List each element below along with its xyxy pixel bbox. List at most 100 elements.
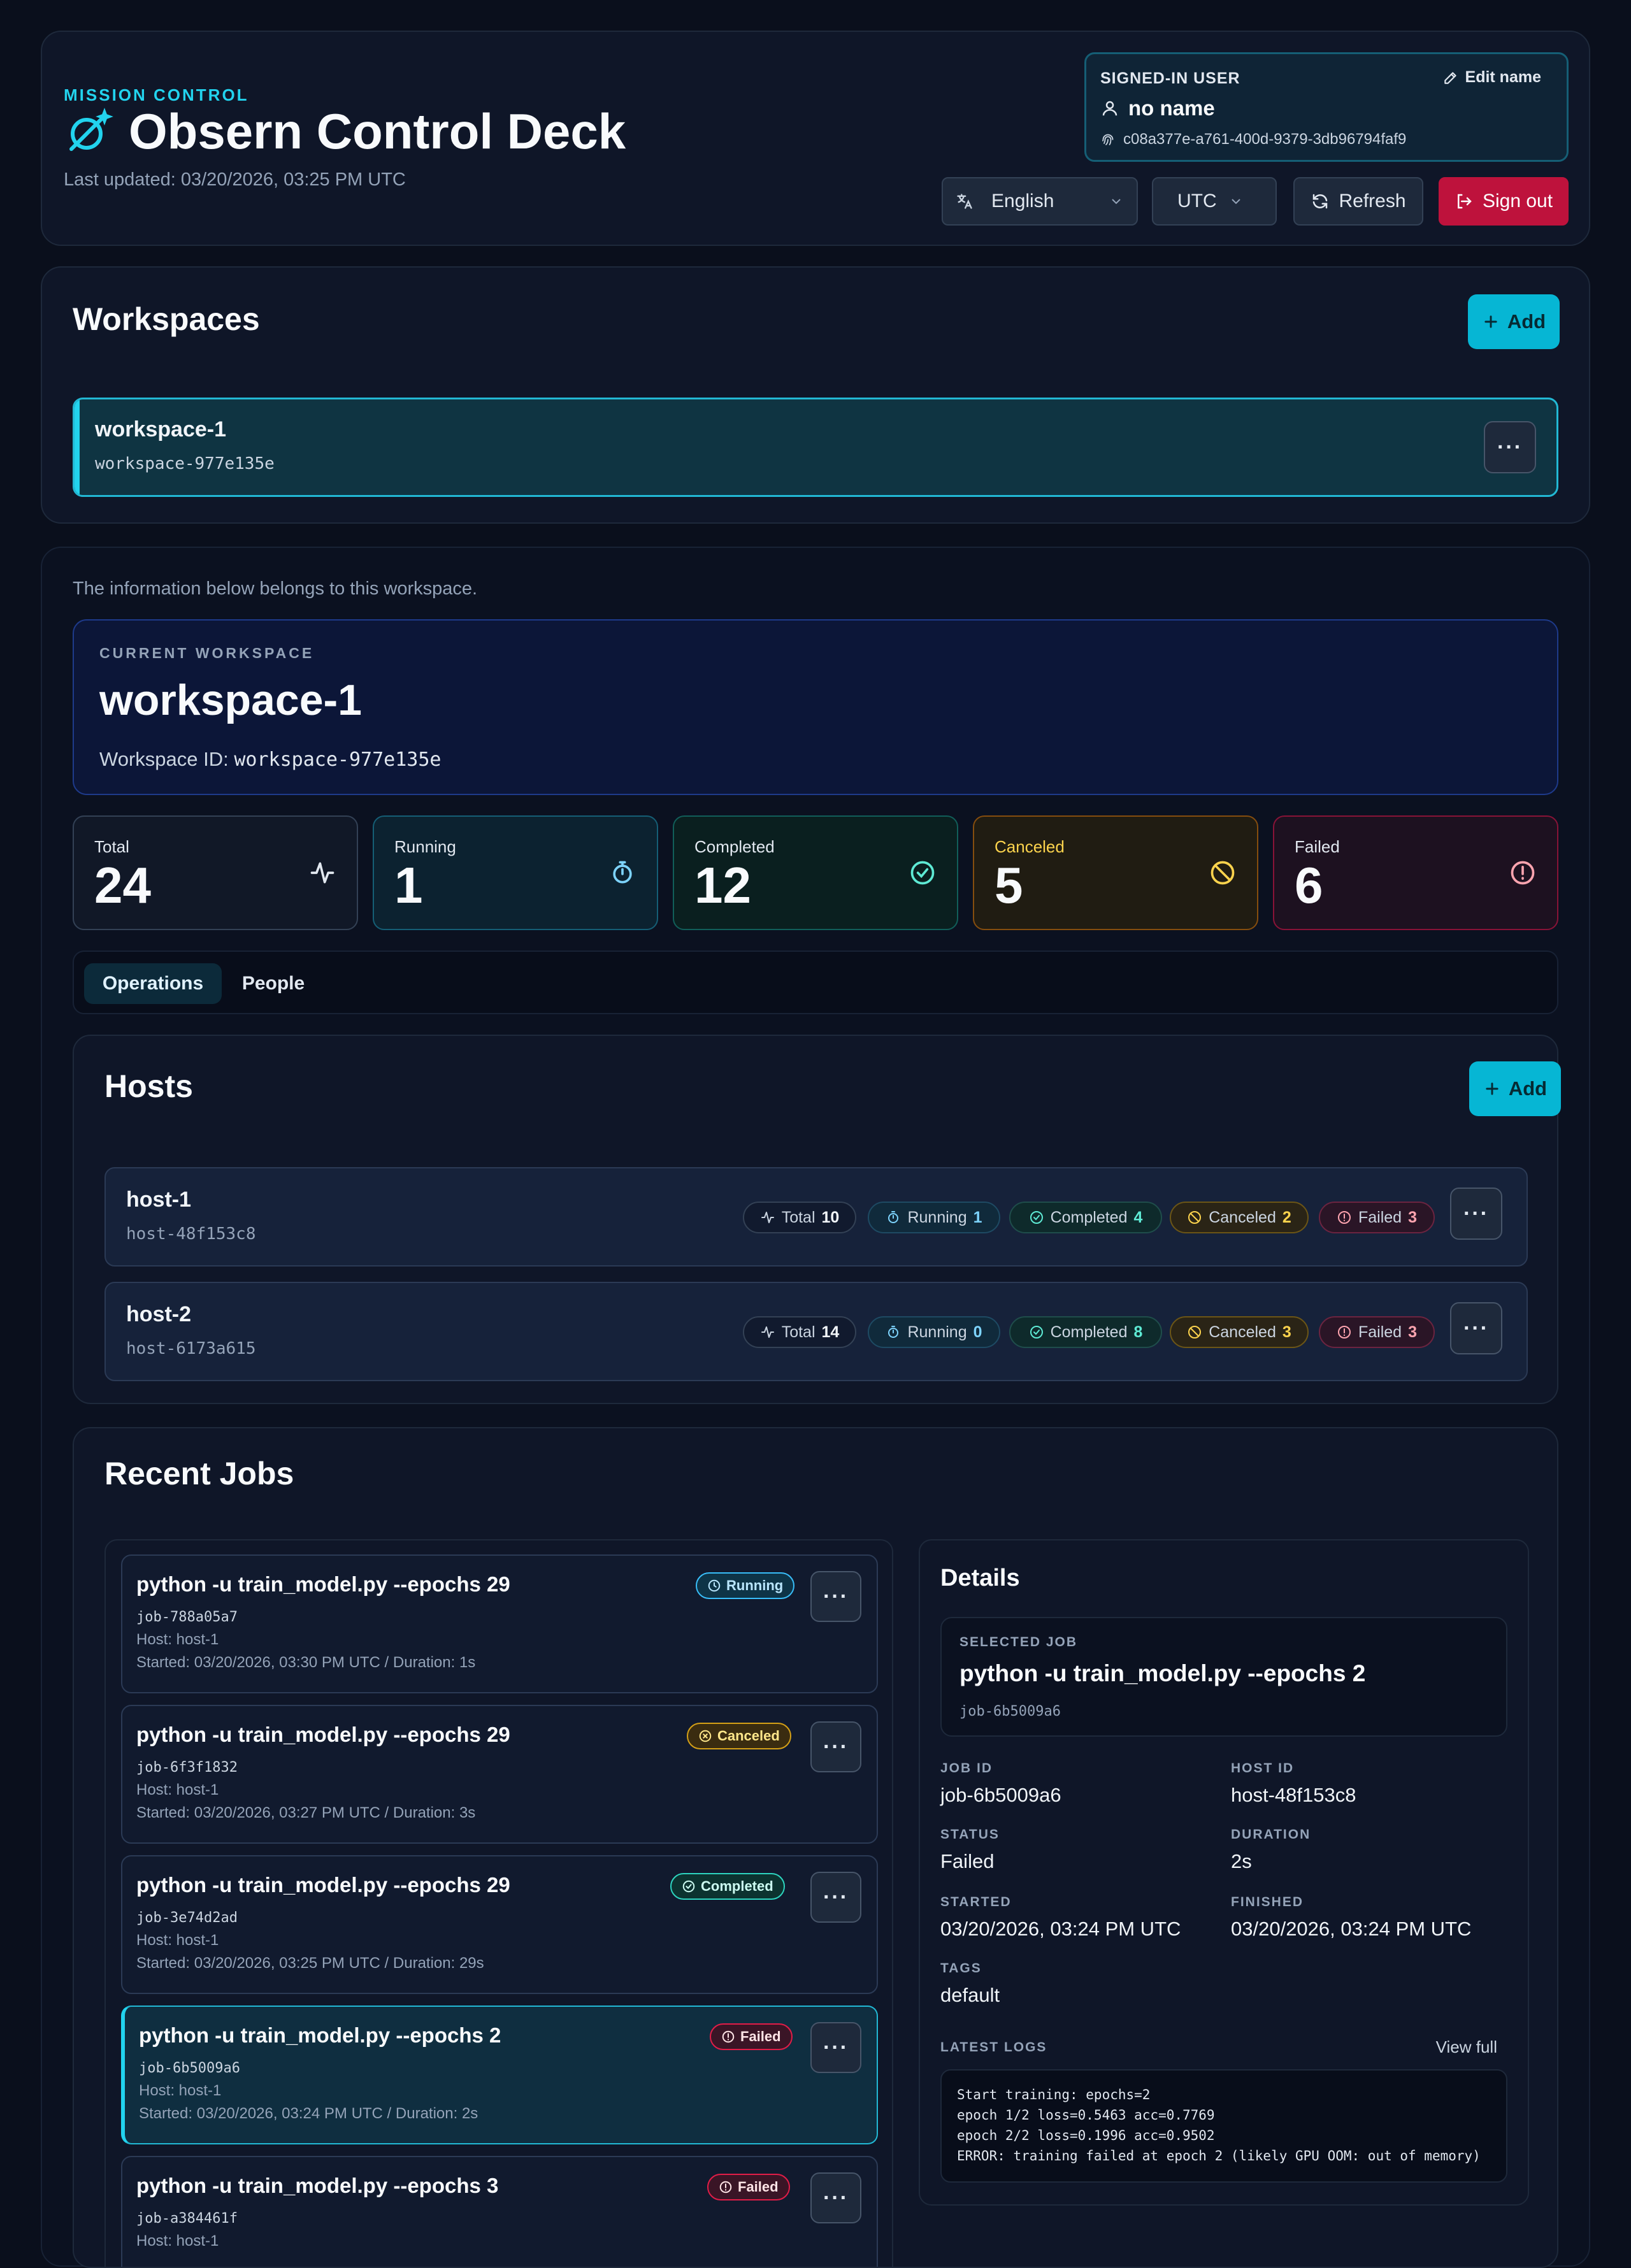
selected-job-id: job-6b5009a6 [959, 1704, 1061, 1719]
add-label: Add [1507, 310, 1546, 333]
detail-key: HOST ID [1231, 1761, 1295, 1776]
job-card[interactable]: python -u train_model.py --epochs 29 Can… [121, 1705, 878, 1844]
stat-label: Running [394, 837, 456, 856]
satellite-logo-icon [64, 106, 115, 157]
host-id: host-48f153c8 [126, 1224, 256, 1244]
selected-job-label: SELECTED JOB [959, 1635, 1078, 1649]
job-card-selected[interactable]: python -u train_model.py --epochs 2 Fail… [121, 2006, 878, 2144]
job-card[interactable]: python -u train_model.py --epochs 29 Com… [121, 1855, 878, 1994]
workspace-more-button[interactable]: ··· [1484, 421, 1536, 473]
latest-logs-label: LATEST LOGS [940, 2040, 1047, 2055]
job-host: Host: host-1 [136, 1781, 219, 1798]
chevron-down-icon [1228, 194, 1244, 209]
host-more-button[interactable]: ··· [1450, 1188, 1502, 1240]
job-host: Host: host-1 [136, 2232, 219, 2250]
detail-finished: FINISHED 03/20/2026, 03:24 PM UTC [1231, 1895, 1471, 1941]
tab-operations[interactable]: Operations [84, 963, 222, 1004]
host-failed-pill: Failed 3 [1319, 1202, 1435, 1233]
job-more-button[interactable]: ··· [810, 1571, 861, 1622]
job-more-button[interactable]: ··· [810, 1872, 861, 1923]
ban-icon [1209, 859, 1237, 887]
tab-people[interactable]: People [231, 963, 316, 1004]
selected-job-command: python -u train_model.py --epochs 2 [959, 1660, 1366, 1686]
detail-key: TAGS [940, 1961, 982, 1976]
host-row[interactable]: host-2 host-6173a615 Total 14 Running 0 … [104, 1282, 1528, 1381]
pill-label: Total [781, 1208, 816, 1226]
workspace-id-label: Workspace ID: [99, 748, 229, 770]
job-host: Host: host-1 [136, 1631, 219, 1648]
language-value: English [991, 190, 1054, 212]
pill-label: Running [907, 1323, 967, 1341]
check-circle-icon [1029, 1210, 1044, 1225]
detail-value: Failed [940, 1850, 995, 1872]
edit-name-button[interactable]: Edit name [1442, 68, 1541, 87]
host-total-pill: Total 10 [743, 1202, 856, 1233]
detail-value: default [940, 1984, 1000, 2006]
hosts-panel: Hosts Add host-1 host-48f153c8 Total 10 … [73, 1035, 1561, 1404]
workspace-note: The information below belongs to this wo… [73, 578, 478, 599]
pill-count: 1 [973, 1208, 982, 1226]
user-icon [1100, 99, 1119, 118]
job-command: python -u train_model.py --epochs 29 [136, 1723, 510, 1746]
job-more-button[interactable]: ··· [810, 2022, 861, 2073]
detail-value: host-48f153c8 [1231, 1784, 1356, 1806]
detail-status: STATUS Failed [940, 1827, 1000, 1873]
detail-started: STARTED 03/20/2026, 03:24 PM UTC [940, 1895, 1181, 1941]
chevron-down-icon [1109, 194, 1124, 209]
job-card[interactable]: python -u train_model.py --epochs 29 Run… [121, 1554, 878, 1693]
ban-icon [1187, 1210, 1202, 1225]
x-circle-icon [698, 1729, 712, 1743]
recent-jobs-panel: Recent Jobs python -u train_model.py --e… [73, 1427, 1558, 2268]
check-circle-icon [909, 859, 937, 887]
job-host: Host: host-1 [139, 2082, 222, 2099]
clock-icon [707, 1579, 721, 1593]
pill-count: 4 [1133, 1208, 1143, 1226]
add-workspace-button[interactable]: Add [1468, 294, 1560, 349]
detail-job-id: JOB ID job-6b5009a6 [940, 1761, 1061, 1807]
add-host-button[interactable]: Add [1469, 1061, 1561, 1116]
language-select[interactable]: English [942, 177, 1138, 226]
refresh-button[interactable]: Refresh [1293, 177, 1423, 226]
pill-count: 14 [821, 1323, 840, 1341]
more-icon: ··· [1497, 434, 1523, 459]
timer-icon [886, 1324, 901, 1340]
stat-canceled: Canceled 5 [973, 815, 1258, 930]
job-id: job-6f3f1832 [136, 1760, 238, 1776]
workspaces-title: Workspaces [73, 301, 260, 337]
sign-out-button[interactable]: Sign out [1439, 177, 1569, 226]
host-row[interactable]: host-1 host-48f153c8 Total 10 Running 1 … [104, 1167, 1528, 1267]
workspace-name: workspace-1 [95, 417, 226, 441]
stat-completed: Completed 12 [673, 815, 958, 930]
job-started: Started: 03/20/2026, 03:30 PM UTC / Dura… [136, 1654, 476, 1671]
job-command: python -u train_model.py --epochs 29 [136, 1572, 510, 1596]
pill-count: 3 [1408, 1323, 1417, 1341]
job-card[interactable]: python -u train_model.py --epochs 3 Fail… [121, 2156, 878, 2267]
more-icon: ··· [823, 1734, 849, 1759]
pencil-icon [1442, 69, 1459, 86]
recent-jobs-title: Recent Jobs [104, 1456, 294, 1491]
current-workspace-id-row: Workspace ID: workspace-977e135e [99, 748, 441, 771]
job-command: python -u train_model.py --epochs 29 [136, 1873, 510, 1897]
timezone-select[interactable]: UTC [1152, 177, 1277, 226]
job-more-button[interactable]: ··· [810, 2172, 861, 2223]
sign-out-icon [1455, 192, 1474, 211]
job-started: Started: 03/20/2026, 03:25 PM UTC / Dura… [136, 1955, 484, 1972]
detail-host-id: HOST ID host-48f153c8 [1231, 1761, 1356, 1807]
workspace-item[interactable]: workspace-1 workspace-977e135e ··· [73, 398, 1558, 497]
pill-count: 10 [821, 1208, 840, 1226]
view-full-logs-link[interactable]: View full [1436, 2037, 1497, 2057]
pill-label: Completed [1050, 1323, 1128, 1341]
host-total-pill: Total 14 [743, 1316, 856, 1348]
activity-icon [308, 859, 336, 887]
detail-value: 03/20/2026, 03:24 PM UTC [940, 1918, 1181, 1940]
job-more-button[interactable]: ··· [810, 1721, 861, 1772]
pill-label: Canceled [1209, 1208, 1276, 1226]
page-title: Obsern Control Deck [129, 103, 626, 159]
detail-key: FINISHED [1231, 1895, 1304, 1909]
workspaces-card: Workspaces Add workspace-1 workspace-977… [41, 266, 1590, 524]
stat-label: Total [94, 837, 129, 856]
host-canceled-pill: Canceled 3 [1170, 1316, 1309, 1348]
detail-key: JOB ID [940, 1761, 993, 1776]
host-more-button[interactable]: ··· [1450, 1302, 1502, 1354]
fingerprint-icon [1100, 132, 1116, 147]
